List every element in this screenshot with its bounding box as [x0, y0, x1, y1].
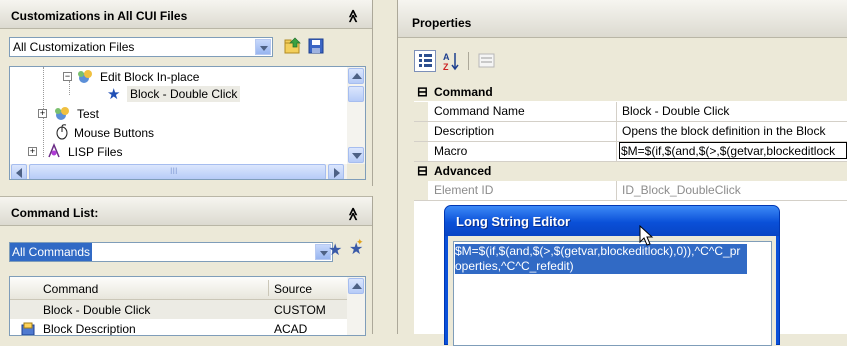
tree-hscrollbar[interactable]: III	[10, 164, 347, 179]
mouse-icon	[54, 124, 70, 143]
pane-splitter[interactable]	[0, 186, 372, 196]
category-command[interactable]: ⊟ Command	[414, 83, 847, 101]
tree-item-label: Mouse Buttons	[74, 126, 155, 140]
command-list-title: Command List:	[11, 206, 99, 220]
scroll-down-button[interactable]	[348, 147, 364, 163]
toolbar-separator	[468, 52, 469, 70]
tree-vscrollbar[interactable]	[347, 67, 365, 164]
property-row-description[interactable]: Description Opens the block definition i…	[414, 122, 847, 142]
source-cell: CUSTOM	[274, 303, 326, 317]
star-icon: ★	[107, 86, 121, 103]
property-name: Command Name	[434, 104, 525, 118]
tree-item-label: Test	[77, 107, 100, 121]
tree-expander[interactable]: −	[63, 72, 72, 81]
property-value: ID_Block_DoubleClick	[622, 183, 741, 197]
dialog-title: Long String Editor	[456, 214, 571, 229]
tree-connector	[69, 81, 70, 95]
table-row[interactable]: Block Description ACAD	[10, 319, 347, 335]
chevron-down-icon[interactable]	[255, 39, 271, 55]
category-toggle[interactable]: ⊟	[417, 163, 428, 179]
alphabetical-sort-icon[interactable]: AZ	[440, 50, 462, 72]
category-label: Command	[434, 85, 493, 99]
scroll-thumb[interactable]	[348, 86, 364, 102]
tree-item-label: Edit Block In-place	[100, 70, 200, 84]
column-divider	[616, 122, 617, 141]
customizations-title: Customizations in All CUI Files	[11, 9, 188, 23]
hscroll-thumb[interactable]: III	[29, 164, 326, 179]
tree-expander[interactable]: +	[38, 109, 47, 118]
category-toggle[interactable]: ⊟	[417, 84, 428, 100]
customizations-tree: − Edit Block In-place ★ Block - Double C…	[9, 66, 366, 180]
scroll-up-button[interactable]	[348, 68, 364, 84]
property-name: Macro	[434, 144, 468, 158]
scroll-left-button[interactable]	[11, 164, 27, 179]
scroll-up-button[interactable]	[348, 278, 364, 294]
command-list-panel: Command List: ≪ All Commands ★ ★ ✦ Comman…	[0, 196, 373, 336]
property-pages-icon[interactable]	[476, 50, 498, 72]
svg-text:A: A	[443, 52, 450, 62]
macro-value-field[interactable]: $M=$(if,$(and,$(>,$(getvar,blockeditlock	[619, 142, 847, 159]
long-string-editor-dialog: Long String Editor $M=$(if,$(and,$(>,$(g…	[444, 205, 780, 346]
load-partial-cui-icon[interactable]	[284, 37, 302, 55]
column-divider	[268, 280, 269, 296]
command-list-header[interactable]: Command List: ≪	[0, 196, 372, 226]
hscroll-grip: III	[170, 166, 178, 176]
command-table: Command Source Block - Double Click CUST…	[9, 276, 366, 336]
table-vscrollbar[interactable]	[347, 277, 365, 335]
scroll-right-button[interactable]	[328, 164, 344, 179]
row-gutter	[414, 142, 428, 161]
customization-filter-value: All Customization Files	[13, 40, 135, 54]
scroll-corner	[347, 164, 365, 179]
property-value[interactable]: Block - Double Click	[622, 104, 847, 118]
long-string-text: $M=$(if,$(and,$(>,$(getvar,blockeditlock…	[455, 244, 747, 274]
group-icon	[54, 106, 72, 124]
customization-filter-select[interactable]: All Customization Files	[9, 37, 273, 57]
column-divider	[616, 102, 617, 121]
properties-toolbar: AZ	[412, 50, 522, 74]
properties-header: Properties	[398, 0, 847, 38]
star-add-icon[interactable]: ★ ✦	[349, 237, 364, 259]
long-string-textarea[interactable]: $M=$(if,$(and,$(>,$(getvar,blockeditlock…	[453, 241, 772, 346]
lisp-icon	[46, 143, 62, 162]
column-header-command[interactable]: Command	[43, 282, 98, 296]
category-label: Advanced	[434, 164, 492, 178]
svg-text:Z: Z	[443, 62, 449, 72]
vertical-splitter[interactable]	[373, 0, 398, 334]
customizations-header[interactable]: Customizations in All CUI Files ≪	[0, 0, 372, 29]
command-cell: Block - Double Click	[43, 303, 151, 317]
property-name: Element ID	[434, 183, 494, 197]
group-icon	[77, 69, 95, 87]
save-icon[interactable]	[307, 37, 325, 55]
mouse-cursor-icon	[639, 224, 655, 247]
property-value[interactable]: Opens the block definition in the Block	[622, 124, 847, 138]
table-header: Command Source	[10, 277, 347, 300]
command-filter-value: All Commands	[10, 243, 93, 261]
column-header-source[interactable]: Source	[274, 282, 312, 296]
customizations-panel: Customizations in All CUI Files ≪ All Cu…	[0, 0, 373, 186]
dialog-titlebar[interactable]: Long String Editor	[445, 206, 779, 236]
property-row-command-name[interactable]: Command Name Block - Double Click	[414, 102, 847, 122]
command-filter-select[interactable]: All Commands	[9, 242, 333, 262]
property-row-macro[interactable]: Macro $M=$(if,$(and,$(>,$(getvar,blocked…	[414, 142, 847, 162]
dialog-body: $M=$(if,$(and,$(>,$(getvar,blockeditlock…	[448, 236, 776, 346]
category-advanced[interactable]: ⊟ Advanced	[414, 162, 847, 180]
column-divider	[616, 181, 617, 200]
tree-item-label-selected: Block - Double Click	[127, 86, 241, 102]
column-divider	[616, 142, 617, 161]
collapse-icon[interactable]: ≪	[345, 207, 361, 221]
row-gutter	[414, 102, 428, 121]
star-icon[interactable]: ★	[328, 240, 342, 260]
tree-item-label: LISP Files	[68, 145, 123, 159]
table-row[interactable]: Block - Double Click CUSTOM	[10, 300, 347, 319]
row-gutter	[414, 181, 428, 200]
categorized-icon[interactable]	[414, 50, 436, 72]
properties-title: Properties	[412, 16, 472, 30]
property-name: Description	[434, 124, 495, 138]
tree-expander[interactable]: +	[28, 147, 37, 156]
property-row-element-id[interactable]: Element ID ID_Block_DoubleClick	[414, 181, 847, 201]
collapse-icon[interactable]: ≪	[345, 9, 361, 23]
row-gutter	[414, 122, 428, 141]
